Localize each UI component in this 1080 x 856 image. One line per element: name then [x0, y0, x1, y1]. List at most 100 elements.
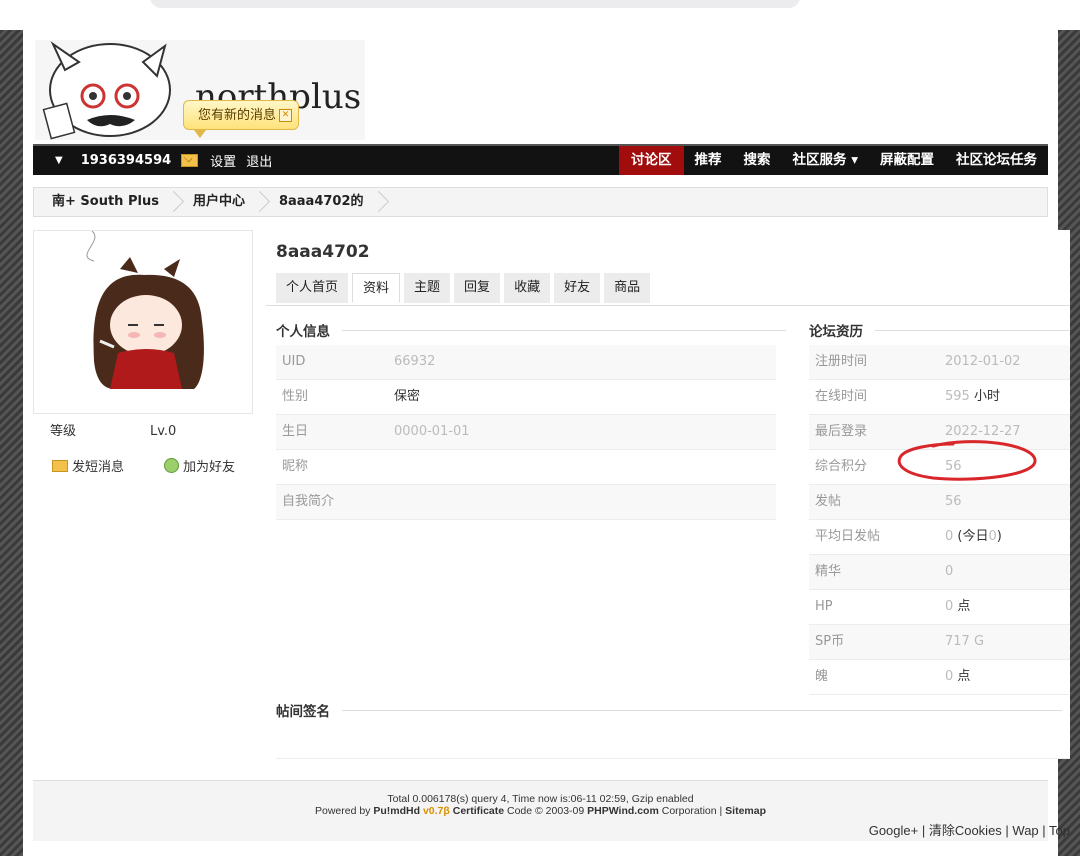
profile-panel: 8aaa4702 个人首页 资料 主题 回复 收藏 好友 商品 个人信息 UID… — [266, 230, 1070, 759]
level-value: Lv.0 — [150, 424, 177, 439]
field-value: 56 — [945, 459, 962, 474]
nav-item-recommend[interactable]: 推荐 — [684, 146, 733, 175]
field-label: 平均日发帖 — [815, 529, 881, 544]
nav-item-community-services[interactable]: 社区服务 ▾ — [782, 146, 869, 175]
signature-heading: 帖间签名 — [276, 704, 330, 720]
field-label: 魄 — [815, 669, 829, 684]
certificate-link[interactable]: Certificate — [453, 805, 504, 817]
powered-prefix: Powered by — [314, 805, 374, 817]
signature-box-bottom — [276, 758, 1070, 759]
wap-link[interactable]: Wap — [1012, 823, 1038, 838]
avatar — [33, 230, 253, 414]
top-nav-bar: ▼ 1936394594 设置 退出 讨论区 推荐 搜索 社区服务 ▾ 屏蔽配置… — [33, 144, 1048, 175]
new-message-text: 您有新的消息 — [198, 108, 277, 123]
field-value: 保密 — [394, 389, 421, 404]
forum-info-title: 论坛资历 — [809, 320, 1070, 340]
table-row: 发帖 56 — [809, 485, 1070, 520]
table-row: SP币 717 G — [809, 625, 1070, 660]
field-value: 2022-12-27 — [945, 424, 1021, 439]
personal-info-heading: 个人信息 — [276, 324, 330, 340]
field-value: 56 — [945, 494, 962, 509]
personal-info-title: 个人信息 — [276, 320, 786, 340]
nav-username[interactable]: 1936394594 — [81, 153, 171, 168]
profile-username: 8aaa4702 — [276, 242, 370, 262]
tab-home[interactable]: 个人首页 — [276, 273, 349, 303]
envelope-icon — [52, 459, 68, 472]
nav-settings-link[interactable]: 设置 — [210, 151, 236, 170]
table-row: 在线时间 595 小时 — [809, 380, 1070, 415]
add-friend-icon — [164, 458, 179, 473]
tab-profile[interactable]: 资料 — [352, 273, 401, 303]
table-row: 生日 0000-01-01 — [276, 415, 776, 450]
nav-logout-link[interactable]: 退出 — [246, 151, 272, 170]
field-label: UID — [282, 354, 306, 369]
field-unit: (今日 — [953, 529, 989, 544]
field-unit: 点 — [953, 599, 971, 614]
signature-title: 帖间签名 — [276, 700, 1062, 720]
table-row: 精华 0 — [809, 555, 1070, 590]
field-label: 综合积分 — [815, 459, 868, 474]
nav-item-block-config[interactable]: 屏蔽配置 — [869, 146, 945, 175]
table-row: 最后登录 2022-12-27 — [809, 415, 1070, 450]
section-divider — [342, 329, 786, 331]
forum-info-heading: 论坛资历 — [809, 324, 863, 340]
breadcrumb: 南+ South Plus 用户中心 8aaa4702的 — [33, 187, 1048, 217]
breadcrumb-current[interactable]: 8aaa4702的 — [261, 188, 380, 216]
user-side-info: 等级 Lv.0 发短消息 加为好友 — [33, 418, 253, 475]
top-link[interactable]: Top — [1049, 823, 1070, 838]
field-unit: 点 — [953, 669, 971, 684]
google-plus-link[interactable]: Google+ — [869, 823, 919, 838]
new-message-bubble[interactable]: 您有新的消息 ✕ — [183, 100, 299, 138]
avatar-image — [86, 230, 204, 389]
footer-links: Google+ | 清除Cookies | Wap | Top — [868, 823, 1070, 838]
field-label: 精华 — [815, 564, 842, 579]
nav-item-search[interactable]: 搜索 — [733, 146, 782, 175]
tab-favorites[interactable]: 收藏 — [504, 273, 551, 303]
field-label: SP币 — [815, 634, 845, 649]
send-message-button[interactable]: 发短消息 — [33, 456, 164, 475]
section-divider — [342, 709, 1062, 711]
clear-cookies-link[interactable]: 清除Cookies — [929, 823, 1002, 838]
tab-topics[interactable]: 主题 — [404, 273, 451, 303]
page-wrapper: northplus 您有新的消息 ✕ ▼ 1936394594 设置 退出 讨论… — [23, 30, 1070, 856]
field-unit: 小时 — [969, 389, 1000, 404]
field-label: 最后登录 — [815, 424, 868, 439]
footer-powered: Powered by Pu!mdHd v0.7β Certificate Cod… — [33, 805, 1048, 817]
sitemap-link[interactable]: Sitemap — [725, 805, 766, 817]
table-row: 昵称 — [276, 450, 776, 485]
field-unit-close: ) — [996, 529, 1002, 544]
user-menu: ▼ 1936394594 设置 退出 — [33, 146, 282, 175]
add-friend-button[interactable]: 加为好友 — [164, 456, 235, 475]
table-row: 性别 保密 — [276, 380, 776, 415]
address-bar[interactable] — [150, 0, 800, 8]
field-label: 发帖 — [815, 494, 842, 509]
section-divider — [875, 329, 1070, 331]
breadcrumb-home[interactable]: 南+ South Plus — [34, 188, 175, 216]
field-value: 717 G — [945, 634, 985, 649]
tab-replies[interactable]: 回复 — [454, 273, 501, 303]
personal-info-table: UID 66932 性别 保密 生日 0000-01-01 昵称 自我简介 — [276, 345, 776, 520]
table-row: 魄 0 点 — [809, 660, 1070, 695]
level-row: 等级 Lv.0 — [33, 418, 253, 446]
tab-friends[interactable]: 好友 — [554, 273, 601, 303]
tab-goods[interactable]: 商品 — [604, 273, 651, 303]
mail-icon[interactable] — [181, 154, 199, 167]
field-value: 2012-01-02 — [945, 354, 1021, 369]
add-friend-label: 加为好友 — [183, 460, 236, 475]
user-actions: 发短消息 加为好友 — [33, 456, 253, 475]
field-label: HP — [815, 599, 833, 614]
field-value: 0000-01-01 — [394, 424, 470, 439]
close-icon[interactable]: ✕ — [279, 109, 292, 122]
field-label: 性别 — [282, 389, 309, 404]
table-row: 综合积分 56 — [809, 450, 1070, 485]
chevron-down-icon[interactable]: ▼ — [55, 155, 63, 166]
nav-item-forum-tasks[interactable]: 社区论坛任务 — [945, 146, 1048, 175]
nav-item-discussion[interactable]: 讨论区 — [619, 146, 684, 175]
table-row: 自我简介 — [276, 485, 776, 520]
phpwind-link[interactable]: PHPWind.com — [587, 805, 659, 817]
product-link[interactable]: Pu!mdHd — [373, 805, 420, 817]
forum-info-table: 注册时间 2012-01-02 在线时间 595 小时 最后登录 2022-12… — [809, 345, 1070, 695]
bubble-tail — [194, 130, 206, 138]
field-value-today: 0 — [988, 529, 997, 544]
breadcrumb-user-center[interactable]: 用户中心 — [175, 188, 261, 216]
